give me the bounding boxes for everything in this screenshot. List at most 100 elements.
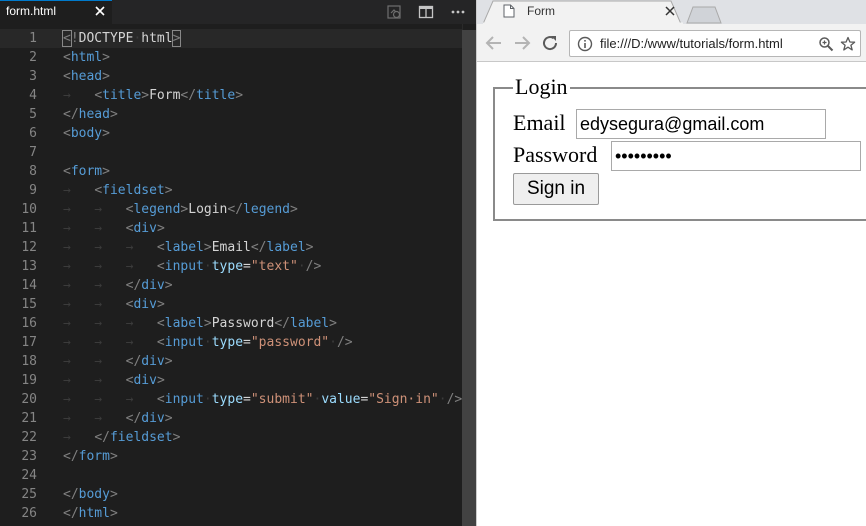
code-token: → → → [63,335,157,350]
line-number: 4 [29,88,37,103]
code-token: "submit" [250,392,314,407]
code-token: → → [63,278,126,293]
address-bar[interactable]: file:///D:/www/tutorials/form.html [569,30,861,57]
code-line[interactable]: 18 → → </div> [0,352,462,371]
code-line[interactable]: 8 <form> [0,162,462,181]
code-token: > [109,506,118,521]
code-token: </ [227,202,244,217]
email-field[interactable]: edysegura@gmail.com [576,109,826,139]
code-line[interactable]: 4 → <title>Form</title> [0,86,462,105]
code-line[interactable]: 12 → → → <label>Email</label> [0,238,462,257]
code-text: → → </div> [63,352,173,371]
password-field[interactable]: ••••••••• [611,141,861,171]
code-line[interactable]: 23 </form> [0,447,462,466]
split-editor-icon[interactable] [418,4,434,20]
editor-tab-form-html[interactable]: form.html [0,0,112,24]
back-icon[interactable] [485,34,503,52]
close-icon[interactable] [94,5,106,17]
code-token: · [203,335,212,350]
code-token: → [63,88,95,103]
code-line[interactable]: 3 <head> [0,67,462,86]
browser-toolbar: file:///D:/www/tutorials/form.html [477,24,866,62]
info-icon[interactable] [577,36,593,52]
line-number: 25 [21,487,37,502]
code-line[interactable]: 6 <body> [0,124,462,143]
code-token: > [164,278,173,293]
code-token: Login [188,202,228,217]
code-line[interactable]: 10 → → <legend>Login</legend> [0,200,462,219]
zoom-icon[interactable] [818,36,834,52]
open-preview-icon[interactable] [386,4,402,20]
editor-scrollbar-thumb[interactable] [462,30,476,526]
code-line[interactable]: 7 [0,143,462,162]
code-line[interactable]: 13 → → → <input·type="text"·/> [0,257,462,276]
code-text: → → <legend>Login</legend> [63,200,298,219]
code-token: /> [305,259,322,274]
editor-tab-bar: form.html [0,0,476,24]
code-text: → <title>Form</title> [63,86,243,105]
code-token: div [141,411,165,426]
code-token: div [141,354,165,369]
code-line[interactable]: 17 → → → <input·type="password"·/> [0,333,462,352]
code-line[interactable]: 26 </html> [0,504,462,523]
new-tab-icon[interactable] [683,4,723,24]
code-token: Form [149,88,181,103]
code-line[interactable]: 25 </body> [0,485,462,504]
more-actions-icon[interactable] [450,4,466,20]
line-number: 12 [21,240,37,255]
forward-icon[interactable] [513,34,531,52]
code-token: type [211,335,244,350]
code-token: → → [63,411,126,426]
code-token: < [156,335,165,350]
code-token: value [321,392,361,407]
code-line[interactable]: 20 → → → <input·type="submit"·value="Sign… [0,390,462,409]
code-text: </form> [63,447,118,466]
code-line[interactable]: 19 → → <div> [0,371,462,390]
code-line[interactable]: 24 [0,466,462,485]
code-line[interactable]: 2 <html> [0,48,462,67]
code-token: ! [70,31,79,46]
code-token: < [94,183,103,198]
browser-tab-form[interactable]: Form [483,0,683,24]
code-token: = [243,392,251,407]
code-token: head [78,107,110,122]
code-token: input [164,259,204,274]
code-token: </ [125,354,142,369]
line-number: 9 [29,183,37,198]
code-token: "Sign·in" [368,392,439,407]
code-line[interactable]: 16 → → → <label>Password</label> [0,314,462,333]
code-line[interactable]: 9 → <fieldset> [0,181,462,200]
code-line[interactable]: 11 → → <div> [0,219,462,238]
line-number: 8 [29,164,37,179]
sign-in-button[interactable]: Sign in [513,173,599,205]
code-line[interactable]: 14 → → </div> [0,276,462,295]
code-token: < [156,259,165,274]
code-token: </ [94,430,110,445]
code-token: fieldset [102,183,165,198]
code-token: > [329,316,337,331]
code-line[interactable]: 5 </head> [0,105,462,124]
browser-window: Form file:///D:/www/tutorials/form.html … [476,0,866,526]
code-token: · [203,259,212,274]
code-editor[interactable]: form.html 1 <!DOCTYPE·html> 2 <html> 3 <head>… [0,0,476,526]
code-token: → → [63,202,126,217]
code-line[interactable]: 21 → → </div> [0,409,462,428]
code-token: div [133,297,157,312]
line-number: 26 [21,506,37,521]
close-icon[interactable] [665,6,675,16]
code-line[interactable]: 15 → → <div> [0,295,462,314]
code-area[interactable]: 1 <!DOCTYPE·html> 2 <html> 3 <head> 4 → <title>… [0,29,462,526]
code-text: <form> [63,162,110,181]
star-icon[interactable] [840,36,856,52]
code-token: html [141,31,173,46]
code-token: > [141,88,150,103]
browser-tab-strip: Form [477,0,866,24]
code-text: → → → <label>Password</label> [63,314,337,333]
line-number: 21 [21,411,37,426]
reload-icon[interactable] [541,34,559,52]
code-token: → → [63,373,126,388]
code-line[interactable]: 22 → </fieldset> [0,428,462,447]
code-line[interactable]: 1 <!DOCTYPE·html> [0,29,462,48]
code-token: → → [63,354,126,369]
code-token: → → [63,297,126,312]
